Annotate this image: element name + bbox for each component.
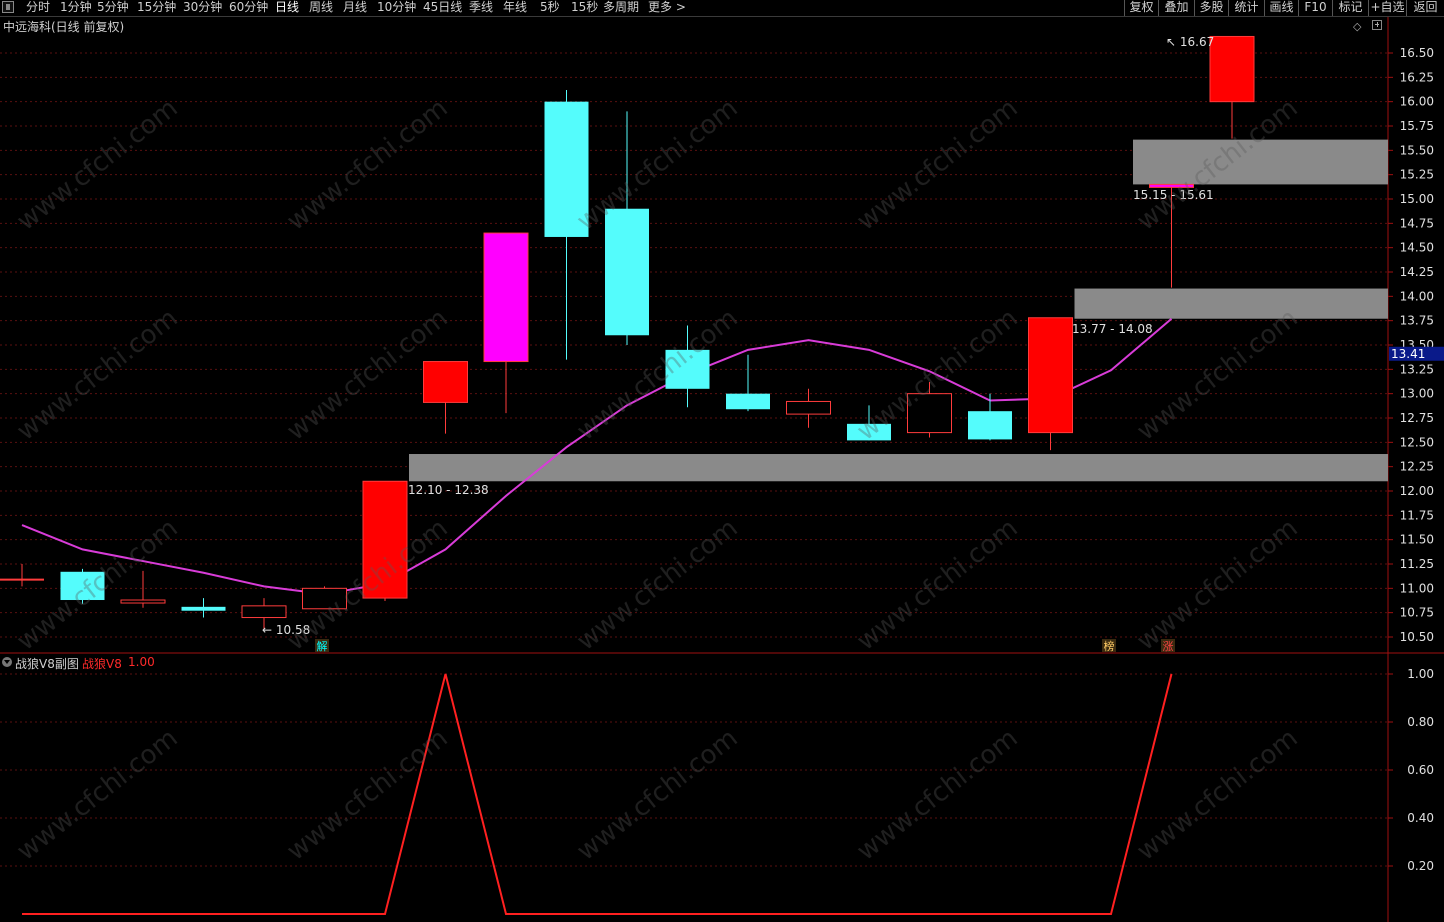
price-tick-label: 15.25 [1400, 168, 1434, 182]
candle-body [726, 393, 770, 410]
candle-body [1149, 183, 1194, 188]
price-tick-label: 16.25 [1400, 70, 1434, 84]
candle-body [181, 606, 226, 611]
marker-text: 涨 [1163, 640, 1174, 653]
price-tick-label: 12.50 [1400, 435, 1434, 449]
price-tick-label: 16.00 [1400, 95, 1434, 109]
price-tick-label: 15.00 [1400, 192, 1434, 206]
candle-body [907, 393, 952, 434]
price-tick-label: 14.00 [1400, 289, 1434, 303]
price-tick-label: 15.75 [1400, 119, 1434, 133]
candle-body [665, 349, 710, 389]
price-tick-label: 12.25 [1400, 460, 1434, 474]
candle-body [362, 480, 408, 599]
candle-body [302, 587, 347, 610]
price-tick-label: 12.75 [1400, 411, 1434, 425]
price-tick-label: 14.25 [1400, 265, 1434, 279]
price-tick-label: 16.50 [1400, 46, 1434, 60]
candle-body [1028, 317, 1073, 434]
price-tick-label: 10.75 [1400, 606, 1434, 620]
collapse-icon[interactable] [2, 657, 12, 667]
zone-label: 15.15 - 15.61 [1133, 188, 1214, 202]
candle-body [120, 599, 166, 604]
price-tick-label: 12.00 [1400, 484, 1434, 498]
candle-body [544, 101, 589, 237]
price-tick-label: 10.50 [1400, 630, 1434, 644]
candle-body [423, 361, 468, 403]
candle-body [786, 400, 831, 415]
sub-tick-label: 0.40 [1407, 811, 1434, 825]
sub-tick-label: 1.00 [1407, 667, 1434, 681]
sub-series-value: 1.00 [128, 655, 155, 669]
marker-text: 解 [317, 639, 328, 653]
price-tick-label: 13.25 [1400, 362, 1434, 376]
candle-body [483, 232, 529, 363]
sub-chart-title[interactable]: 战狼V8副图 [15, 655, 79, 672]
sub-tick-label: 0.60 [1407, 763, 1434, 777]
price-tick-label: 15.50 [1400, 143, 1434, 157]
high-price-label: ↖ 16.67 [1166, 35, 1214, 49]
low-price-label: ← 10.58 [262, 623, 310, 637]
price-tick-label: 13.00 [1400, 387, 1434, 401]
kline-chart[interactable]: 16.50 16.25 16.00 15.75 15.50 15.25 15.00 14.75… [0, 0, 1444, 922]
price-tick-label: 14.50 [1400, 241, 1434, 255]
candle-body [605, 208, 649, 336]
price-tick-label: 14.75 [1400, 216, 1434, 230]
zone-label: 12.10 - 12.38 [408, 483, 489, 497]
candle-body [1209, 35, 1255, 103]
candle-body [968, 411, 1012, 440]
price-tick-label: 11.25 [1400, 557, 1434, 571]
price-tick-label: 11.75 [1400, 508, 1434, 522]
support-zone [1074, 288, 1388, 319]
support-zone [1133, 139, 1388, 185]
support-zone [409, 454, 1388, 482]
price-tick-label: 11.00 [1400, 581, 1434, 595]
sub-tick-label: 0.80 [1407, 715, 1434, 729]
price-tick-label: 13.75 [1400, 314, 1434, 328]
sub-tick-label: 0.20 [1407, 859, 1434, 873]
candle-body [60, 571, 105, 601]
sub-series-line [22, 673, 1173, 915]
sub-series-name: 战狼V8 [82, 657, 122, 671]
candle-body [847, 423, 891, 441]
price-tick-label: 11.50 [1400, 533, 1434, 547]
current-price-value: 13.41 [1391, 347, 1425, 361]
candle-body [241, 605, 287, 619]
marker-text: 榜 [1104, 639, 1115, 653]
zone-label: 13.77 - 14.08 [1072, 322, 1153, 336]
